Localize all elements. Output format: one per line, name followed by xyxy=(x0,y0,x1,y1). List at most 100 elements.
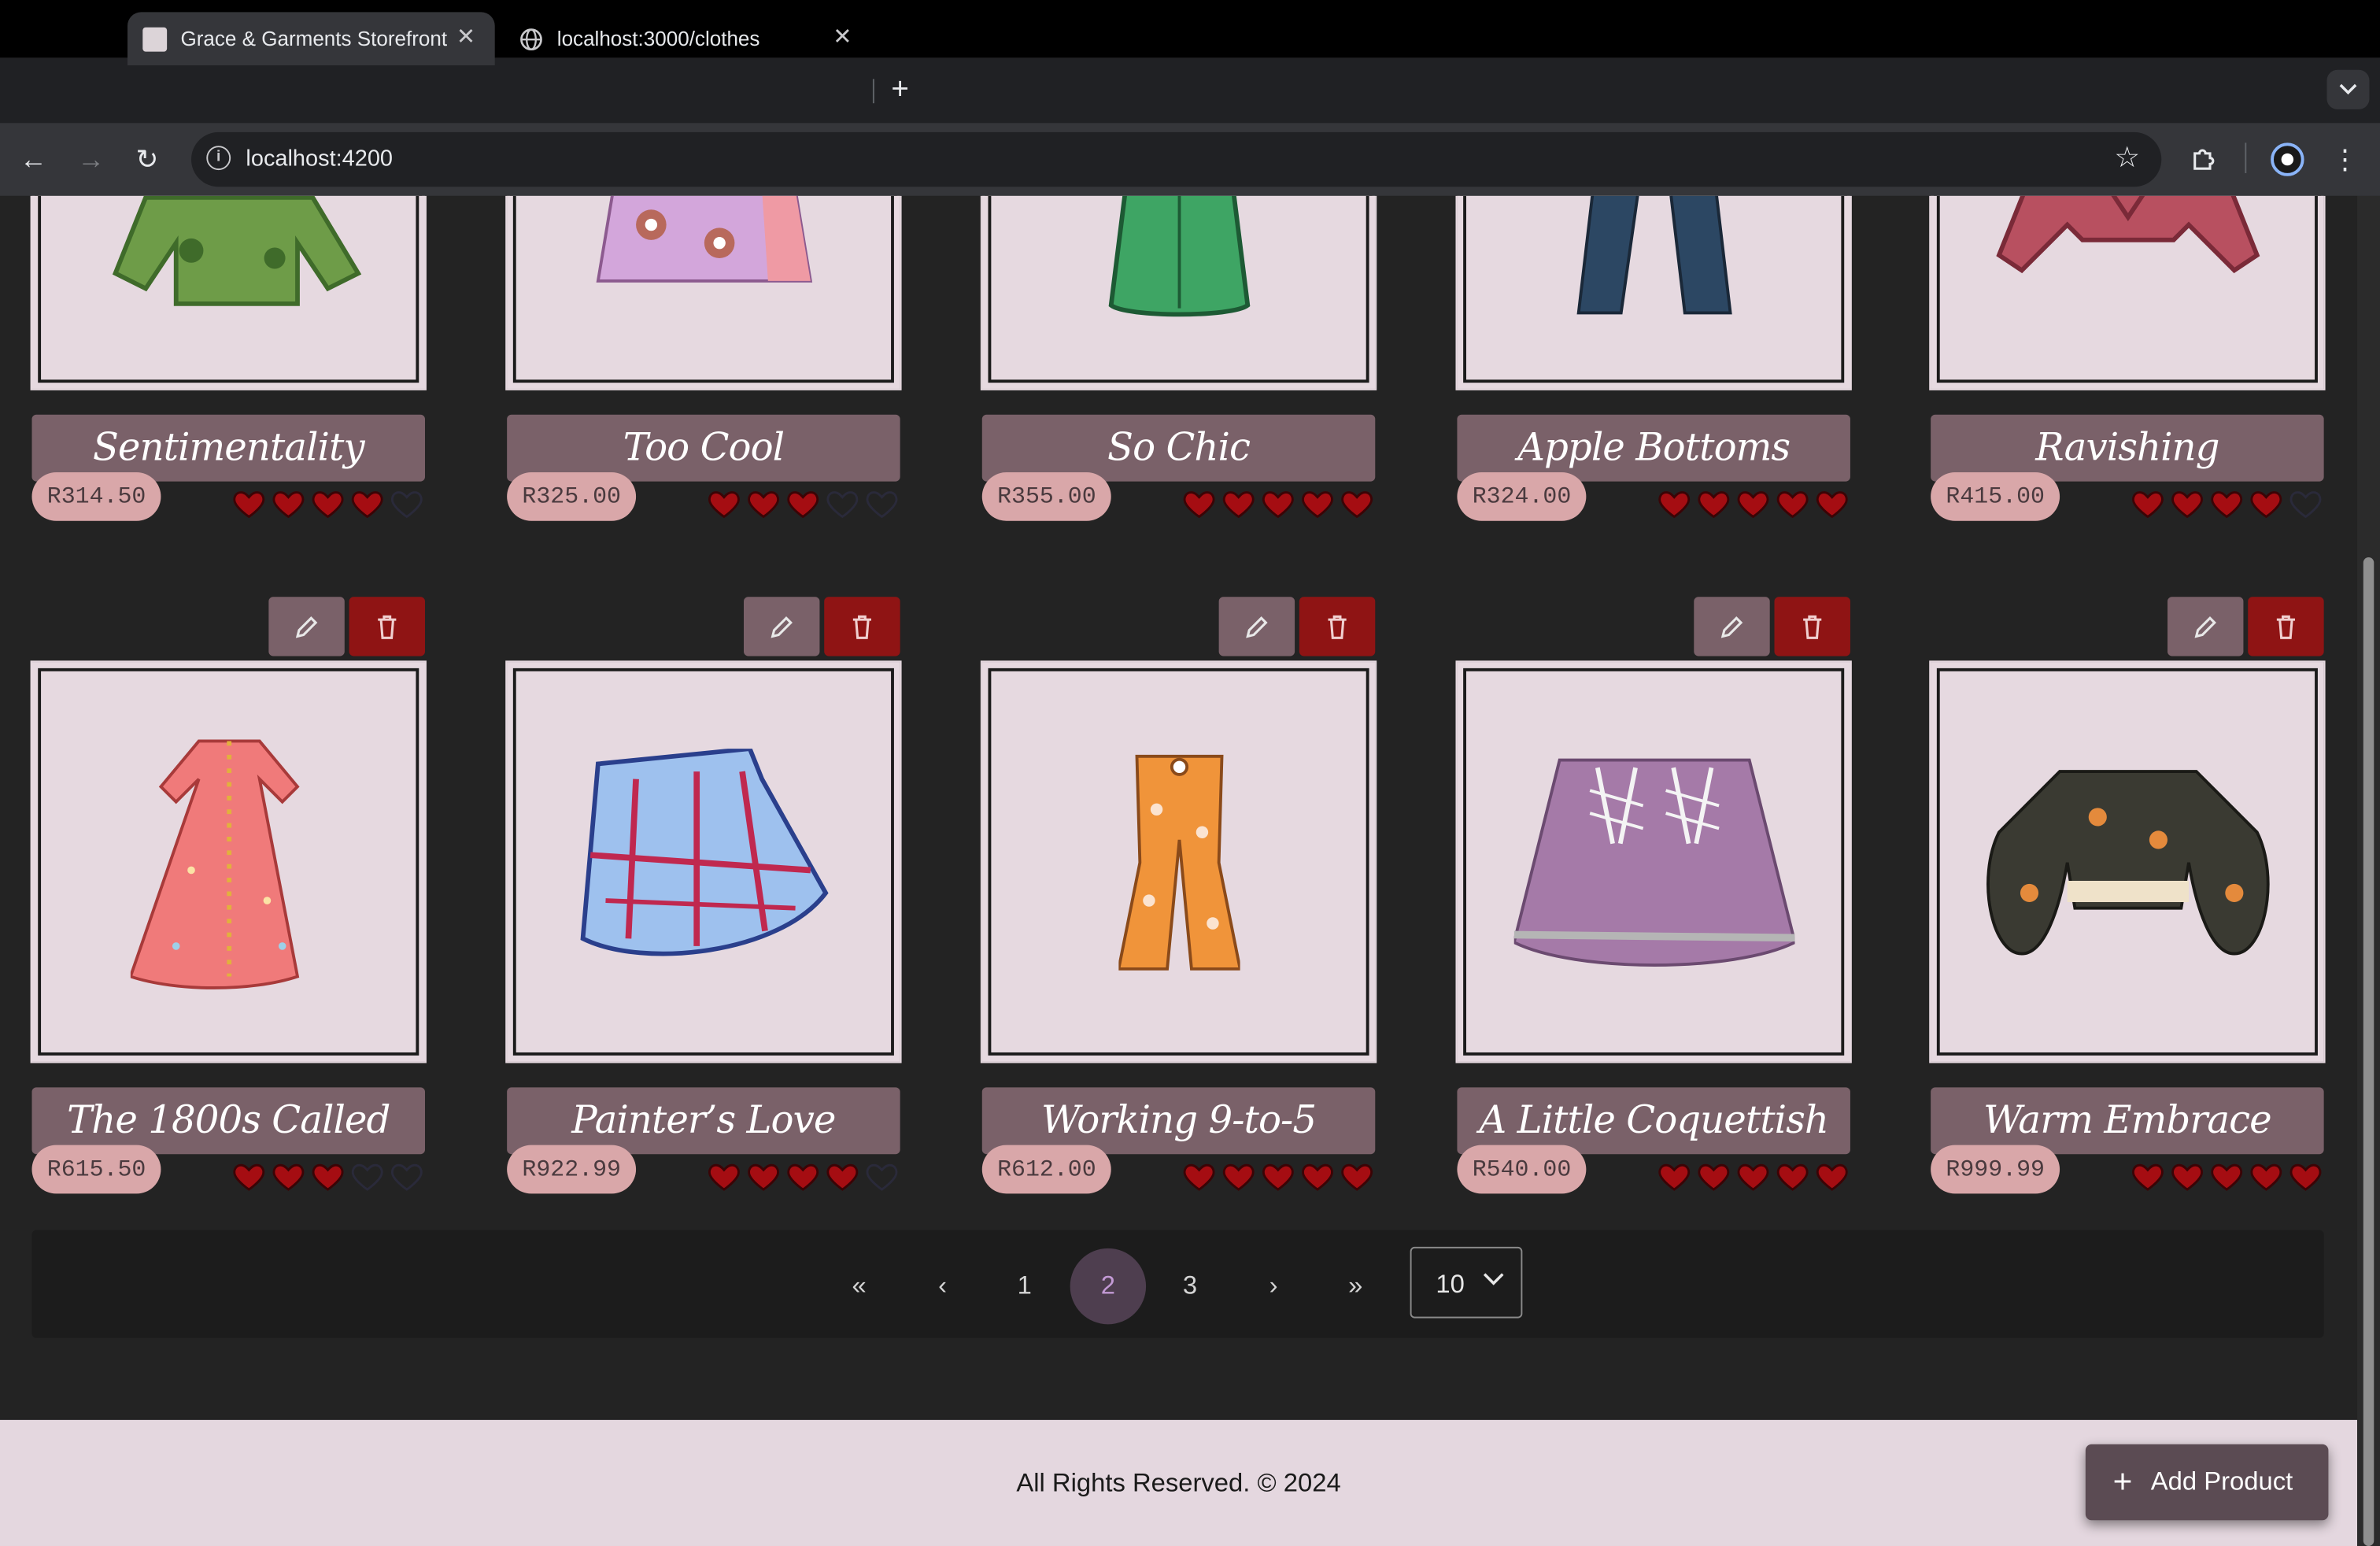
pagination-bar: « ‹ 1 2 3 › » 10 xyxy=(31,1230,2324,1338)
heart-filled-icon xyxy=(1816,1163,1848,1191)
edit-button[interactable] xyxy=(2167,597,2244,656)
product-image xyxy=(505,660,902,1063)
heart-filled-icon xyxy=(1302,1163,1333,1191)
product-name: A Little Coquettish xyxy=(1457,1087,1850,1155)
heart-filled-icon xyxy=(1658,1163,1691,1191)
delete-button[interactable] xyxy=(349,597,425,656)
site-info-icon[interactable]: i xyxy=(206,146,231,171)
product-price: R540.00 xyxy=(1457,1145,1587,1194)
reload-icon[interactable]: ↻ xyxy=(129,141,165,177)
heart-empty-icon xyxy=(390,491,423,519)
heart-filled-icon xyxy=(233,491,265,519)
heart-filled-icon xyxy=(1698,491,1730,519)
back-arrow-icon[interactable]: ← xyxy=(15,141,51,177)
rating-hearts xyxy=(231,487,425,520)
profile-avatar[interactable] xyxy=(2271,142,2304,176)
product-price: R999.99 xyxy=(1931,1145,2060,1194)
heart-filled-icon xyxy=(1698,1163,1730,1191)
heart-filled-icon xyxy=(272,1163,305,1191)
plaid-skirt-image xyxy=(579,748,828,956)
product-image xyxy=(1929,660,2326,1063)
product-price: R415.00 xyxy=(1931,472,2060,521)
heart-filled-icon xyxy=(312,491,344,519)
delete-button[interactable] xyxy=(824,597,900,656)
url-text: localhost:4200 xyxy=(246,146,394,172)
page-1-button[interactable]: 1 xyxy=(987,1248,1062,1324)
page-2-button[interactable]: 2 xyxy=(1070,1248,1147,1325)
heart-filled-icon xyxy=(1222,491,1255,519)
page-content: Sentimentality R314.50 Too Cool R325.00 … xyxy=(0,195,2358,1546)
prev-page-button[interactable]: ‹ xyxy=(904,1248,980,1324)
heart-filled-icon xyxy=(233,1163,265,1191)
lace-skirt-image xyxy=(1513,757,1794,967)
heart-filled-icon xyxy=(2171,1163,2203,1191)
rating-hearts xyxy=(231,1160,425,1193)
last-page-button[interactable]: » xyxy=(1318,1248,1393,1324)
forward-arrow-icon[interactable]: → xyxy=(73,141,109,177)
product-name: Sentimentality xyxy=(31,414,425,482)
heart-empty-icon xyxy=(866,491,898,519)
tab-search-chevron-icon[interactable] xyxy=(2326,69,2370,109)
heart-filled-icon xyxy=(351,491,383,519)
page-3-button[interactable]: 3 xyxy=(1152,1248,1228,1324)
tab-grace-garments[interactable]: Grace & Garments Storefront ✕ xyxy=(127,12,495,65)
delete-button[interactable] xyxy=(1774,597,1850,656)
bookmark-star-icon[interactable]: ☆ xyxy=(2114,141,2140,176)
plus-icon: + xyxy=(2112,1462,2133,1501)
heart-filled-icon xyxy=(748,491,779,519)
product-name: Too Cool xyxy=(507,414,900,482)
address-bar[interactable]: i localhost:4200 ☆ xyxy=(190,131,2162,187)
page-size-value: 10 xyxy=(1436,1269,1465,1299)
product-price: R324.00 xyxy=(1457,472,1587,521)
extensions-puzzle-icon[interactable] xyxy=(2184,139,2223,179)
product-name: Painter’s Love xyxy=(507,1087,900,1155)
page-favicon-icon xyxy=(142,26,168,51)
product-name: Ravishing xyxy=(1931,414,2324,482)
edit-button[interactable] xyxy=(268,597,345,656)
product-price: R612.00 xyxy=(981,1145,1111,1194)
edit-button[interactable] xyxy=(743,597,820,656)
heart-filled-icon xyxy=(1183,1163,1215,1191)
browser-menu-icon[interactable]: ⋮ xyxy=(2326,139,2365,179)
close-tab-icon[interactable]: ✕ xyxy=(453,24,480,52)
add-product-button[interactable]: + Add Product xyxy=(2085,1444,2329,1521)
delete-button[interactable] xyxy=(1299,597,1376,656)
chevron-down-icon xyxy=(1483,1273,1504,1285)
heart-filled-icon xyxy=(2132,491,2164,519)
product-price: R615.50 xyxy=(31,1145,161,1194)
heart-filled-icon xyxy=(312,1163,344,1191)
rating-hearts xyxy=(1656,487,1850,520)
heart-empty-icon xyxy=(826,491,859,519)
heart-filled-icon xyxy=(2250,491,2282,519)
heart-filled-icon xyxy=(272,491,305,519)
page-size-select[interactable]: 10 xyxy=(1410,1246,1523,1319)
heart-filled-icon xyxy=(2171,491,2203,519)
new-tab-icon[interactable]: + xyxy=(886,73,914,106)
next-page-button[interactable]: › xyxy=(1236,1248,1311,1324)
product-image xyxy=(980,195,1377,390)
edit-button[interactable] xyxy=(1218,597,1295,656)
heart-empty-icon xyxy=(2289,491,2322,519)
rating-hearts xyxy=(2130,487,2324,520)
product-name: So Chic xyxy=(981,414,1376,482)
heart-filled-icon xyxy=(2132,1163,2164,1191)
sweater-image xyxy=(1986,769,2269,955)
rating-hearts xyxy=(1656,1160,1850,1193)
close-tab-icon[interactable]: ✕ xyxy=(829,24,856,52)
browser-window: Grace & Garments Storefront ✕ localhost:… xyxy=(0,0,2380,1546)
heart-filled-icon xyxy=(1341,491,1373,519)
heart-filled-icon xyxy=(826,1163,859,1191)
first-page-button[interactable]: « xyxy=(821,1248,896,1324)
heart-filled-icon xyxy=(748,1163,779,1191)
page-footer: All Rights Reserved. © 2024 + Add Produc… xyxy=(0,1419,2358,1546)
tab-localhost-clothes[interactable]: localhost:3000/clothes ✕ xyxy=(504,12,871,65)
heart-filled-icon xyxy=(1737,491,1769,519)
edit-button[interactable] xyxy=(1694,597,1770,656)
product-price: R355.00 xyxy=(981,472,1111,521)
delete-button[interactable] xyxy=(2248,597,2324,656)
heart-filled-icon xyxy=(1658,491,1691,519)
heart-filled-icon xyxy=(2211,1163,2243,1191)
heart-filled-icon xyxy=(708,1163,740,1191)
scrollbar-thumb[interactable] xyxy=(2363,557,2374,1546)
dress-image xyxy=(129,738,299,989)
